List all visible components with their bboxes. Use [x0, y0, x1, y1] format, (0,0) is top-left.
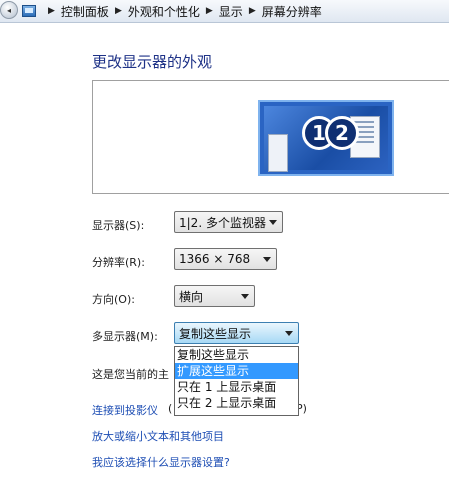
multi-display-select[interactable]: 复制这些显示 [174, 322, 299, 344]
breadcrumb-screen-resolution[interactable]: 屏幕分辨率 [262, 3, 322, 20]
address-bar: ◂ ▶ 控制面板 ▶ 外观和个性化 ▶ 显示 ▶ 屏幕分辨率 [0, 0, 449, 23]
projector-shortcut-open: ( [168, 402, 173, 415]
connect-projector-link[interactable]: 连接到投影仪 [92, 402, 158, 418]
option-extend[interactable]: 扩展这些显示 [175, 363, 298, 379]
option-only-2[interactable]: 只在 2 上显示桌面 [175, 395, 298, 411]
current-primary-status: 这是您当前的主 [92, 368, 169, 381]
chevron-right-icon[interactable]: ▶ [249, 6, 256, 16]
chevron-down-icon [285, 331, 293, 336]
chevron-down-icon [241, 294, 249, 299]
option-duplicate[interactable]: 复制这些显示 [175, 347, 298, 363]
resolution-select[interactable]: 1366 × 768 [174, 248, 277, 270]
page-title: 更改显示器的外观 [92, 53, 213, 71]
back-button[interactable]: ◂ [0, 1, 18, 19]
chevron-down-icon [269, 220, 277, 225]
display-select[interactable]: 1|2. 多个监视器 [174, 211, 283, 233]
multi-display-value: 复制这些显示 [179, 326, 252, 341]
chevron-right-icon[interactable]: ▶ [48, 6, 55, 16]
breadcrumb-appearance[interactable]: 外观和个性化 [128, 3, 200, 20]
display-label: 显示器(S): [92, 219, 145, 232]
window-thumbnail [268, 134, 288, 172]
monitor-preview[interactable]: 1 2 [258, 100, 394, 176]
multi-display-dropdown: 复制这些显示 扩展这些显示 只在 1 上显示桌面 只在 2 上显示桌面 [174, 346, 299, 416]
chevron-right-icon[interactable]: ▶ [206, 6, 213, 16]
which-settings-link[interactable]: 我应该选择什么显示器设置? [92, 454, 230, 470]
text-size-link[interactable]: 放大或缩小文本和其他项目 [92, 428, 224, 444]
orientation-label: 方向(O): [92, 293, 135, 306]
chevron-right-icon[interactable]: ▶ [115, 6, 122, 16]
display-value: 1|2. 多个监视器 [179, 215, 266, 230]
breadcrumb-display[interactable]: 显示 [219, 3, 243, 20]
breadcrumb: ▶ 控制面板 ▶ 外观和个性化 ▶ 显示 ▶ 屏幕分辨率 [22, 2, 449, 20]
multi-display-label: 多显示器(M): [92, 330, 158, 343]
monitor-2-badge[interactable]: 2 [325, 116, 359, 150]
orientation-select[interactable]: 横向 [174, 285, 255, 307]
resolution-label: 分辨率(R): [92, 256, 145, 269]
resolution-value: 1366 × 768 [179, 252, 251, 266]
option-only-1[interactable]: 只在 1 上显示桌面 [175, 379, 298, 395]
breadcrumb-control-panel[interactable]: 控制面板 [61, 3, 109, 20]
orientation-value: 横向 [179, 289, 204, 304]
control-panel-icon [22, 5, 36, 17]
chevron-down-icon [263, 257, 271, 262]
